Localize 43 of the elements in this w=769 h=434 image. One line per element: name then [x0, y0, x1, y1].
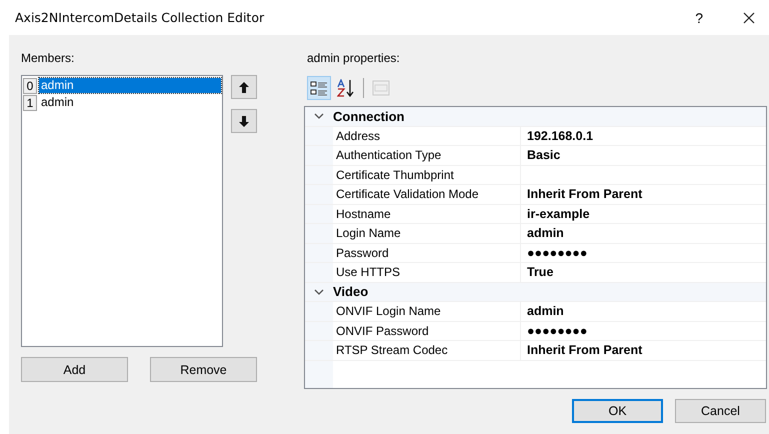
- category-name: Video: [333, 284, 368, 300]
- up-arrow-icon: [239, 82, 249, 92]
- members-label: Members:: [21, 51, 76, 67]
- property-name[interactable]: Address: [333, 126, 521, 145]
- property-name[interactable]: Login Name: [333, 224, 521, 242]
- category-name: Connection: [333, 108, 404, 124]
- member-item[interactable]: admin: [39, 95, 221, 110]
- help-button[interactable]: ?: [691, 10, 707, 26]
- property-value[interactable]: ●●●●●●●●: [527, 246, 588, 260]
- property-value[interactable]: Inherit From Parent: [527, 187, 642, 202]
- window-title: Axis2NIntercomDetails Collection Editor: [15, 10, 266, 25]
- down-arrow-icon: [239, 116, 249, 126]
- categorized-button[interactable]: [307, 76, 331, 100]
- remove-button[interactable]: Remove: [150, 357, 257, 382]
- property-value[interactable]: True: [527, 265, 554, 280]
- property-name[interactable]: Certificate Thumbprint: [333, 166, 521, 184]
- add-button[interactable]: Add: [21, 357, 128, 382]
- chevron-icon[interactable]: [314, 113, 324, 120]
- ok-button[interactable]: OK: [572, 399, 663, 423]
- property-name[interactable]: Use HTTPS: [333, 263, 521, 282]
- move-down-button[interactable]: [231, 109, 257, 133]
- member-index: 1: [23, 94, 37, 110]
- property-name[interactable]: RTSP Stream Codec: [333, 341, 521, 360]
- property-name[interactable]: ONVIF Login Name: [333, 302, 521, 320]
- property-value[interactable]: Inherit From Parent: [527, 343, 642, 358]
- property-value[interactable]: admin: [527, 304, 564, 318]
- chevron-icon[interactable]: [314, 288, 324, 295]
- close-icon[interactable]: [743, 12, 755, 24]
- property-value[interactable]: 192.168.0.1: [527, 128, 594, 143]
- property-name[interactable]: Authentication Type: [333, 146, 521, 164]
- property-name[interactable]: Password: [333, 244, 521, 262]
- property-name[interactable]: Certificate Validation Mode: [333, 185, 521, 204]
- move-up-button[interactable]: [231, 75, 257, 99]
- property-value[interactable]: ir-example: [527, 206, 590, 221]
- cancel-button[interactable]: Cancel: [675, 399, 766, 423]
- member-item[interactable]: admin: [39, 78, 221, 93]
- properties-label: admin properties:: [307, 51, 401, 67]
- member-index: 0: [23, 78, 37, 94]
- property-name[interactable]: ONVIF Password: [333, 322, 521, 340]
- property-value[interactable]: ●●●●●●●●: [527, 324, 588, 338]
- property-value[interactable]: admin: [527, 226, 564, 240]
- property-name[interactable]: Hostname: [333, 204, 521, 223]
- property-value[interactable]: Basic: [527, 148, 560, 162]
